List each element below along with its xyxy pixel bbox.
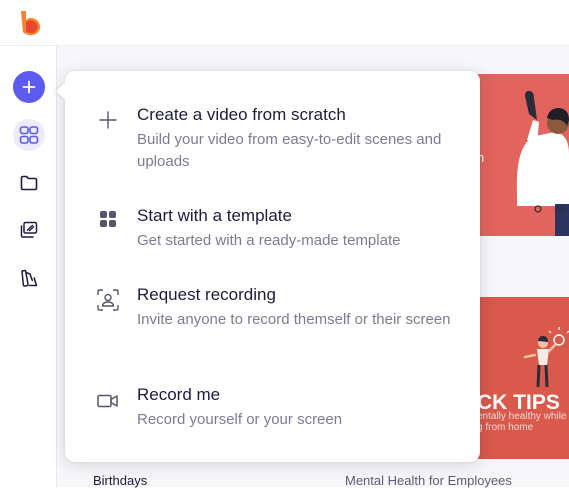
menu-item-description: Record yourself or your screen — [137, 411, 343, 428]
folder-icon — [20, 175, 38, 191]
media-library-nav-button[interactable] — [13, 214, 45, 246]
menu-item-create-from-scratch[interactable]: Create a video from scratch Build your v… — [65, 105, 480, 171]
video-camera-icon — [96, 389, 120, 413]
create-new-button[interactable] — [13, 71, 45, 103]
person-illustration — [516, 90, 569, 236]
menu-item-record-me[interactable]: Record me Record yourself or your screen — [65, 385, 480, 429]
folders-nav-button[interactable] — [13, 167, 45, 199]
card-subtitle-line-2: g from home — [477, 422, 534, 433]
plus-icon — [96, 108, 120, 132]
template-card-label[interactable]: Mental Health for Employees — [345, 473, 512, 488]
menu-item-title: Start with a template — [137, 206, 292, 225]
menu-item-title: Request recording — [137, 285, 276, 304]
menu-item-start-with-template[interactable]: Start with a template Get started with a… — [65, 206, 480, 250]
media-library-icon — [20, 221, 38, 238]
menu-item-description: Invite anyone to record themself or thei… — [137, 311, 451, 328]
grid-icon — [19, 126, 39, 144]
template-card-birthdays[interactable]: n — [477, 74, 569, 236]
menu-item-description: Build your video from easy-to-edit scene… — [137, 131, 442, 170]
brand-palette-icon — [21, 269, 38, 287]
template-card-label[interactable]: Birthdays — [93, 473, 147, 488]
left-sidebar — [0, 46, 57, 487]
menu-item-title: Create a video from scratch — [137, 105, 346, 124]
person-with-lightbulb-illustration — [523, 327, 569, 388]
brand-nav-button[interactable] — [13, 262, 45, 294]
menu-item-title: Record me — [137, 385, 221, 404]
card-subtitle-line-1: entally healthy while — [477, 411, 567, 422]
template-grid-icon — [96, 207, 120, 231]
app-logo-icon[interactable] — [17, 10, 41, 36]
menu-item-description: Get started with a ready-made template — [137, 232, 401, 249]
plus-icon — [22, 80, 36, 94]
template-card-mental-health[interactable]: CK TIPS entally healthy while g from hom… — [477, 297, 569, 459]
top-bar — [0, 0, 569, 46]
menu-item-request-recording[interactable]: Request recording Invite anyone to recor… — [65, 285, 480, 351]
create-menu-popover: Create a video from scratch Build your v… — [56, 71, 480, 462]
templates-nav-button[interactable] — [13, 119, 45, 151]
request-recording-icon — [96, 288, 120, 312]
